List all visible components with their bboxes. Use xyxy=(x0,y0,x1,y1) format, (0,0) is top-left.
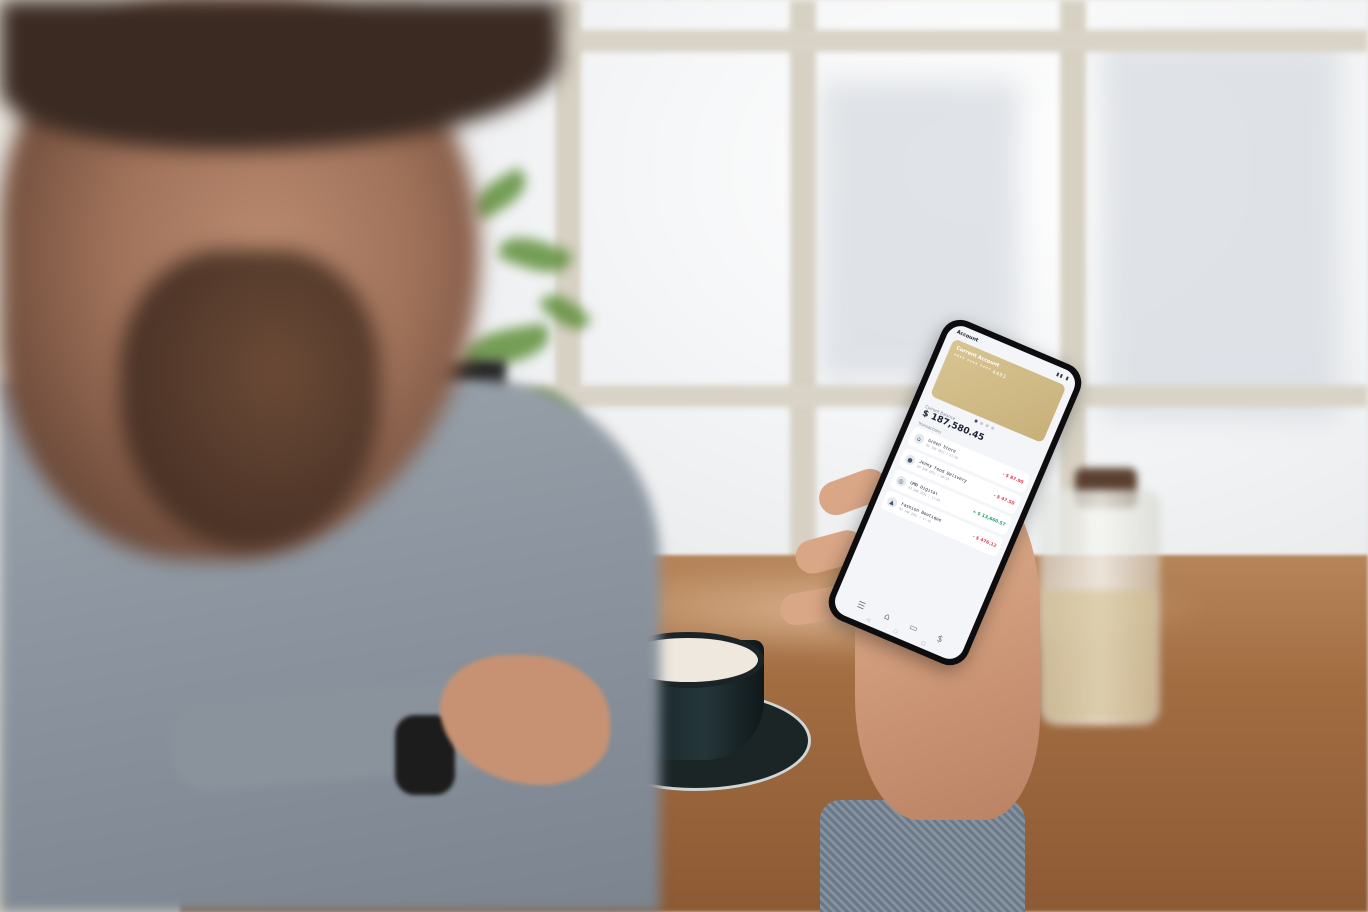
carousel-dot[interactable] xyxy=(973,418,978,423)
store-icon: ⌂ xyxy=(912,432,926,446)
menu-icon[interactable]: ☰ xyxy=(855,600,866,612)
fashion-icon: ▲ xyxy=(885,495,899,509)
carousel-dot[interactable] xyxy=(984,423,989,428)
digital-icon: ◎ xyxy=(894,474,908,488)
recents-nav-icon[interactable]: □ xyxy=(920,640,927,647)
transaction-amount: + $ 13,660.57 xyxy=(971,509,1007,528)
transaction-amount: - $ 476.12 xyxy=(971,534,998,549)
window-mullion xyxy=(790,0,816,560)
home-nav-icon[interactable]: ○ xyxy=(892,628,898,635)
carousel-dot[interactable] xyxy=(990,425,995,430)
window-transom xyxy=(470,30,1368,52)
man-beard xyxy=(120,250,380,550)
outside-building xyxy=(1100,40,1340,420)
home-icon[interactable]: ⌂ xyxy=(882,612,891,623)
back-nav-icon[interactable]: ◁ xyxy=(865,617,871,624)
payment-icon[interactable]: $ xyxy=(935,634,944,645)
photo-scene: Account ▮▮ ▮ Current Account **** **** *… xyxy=(0,0,1368,912)
transaction-amount: - $ 87.90 xyxy=(1001,471,1025,486)
status-icons: ▮▮ ▮ xyxy=(1055,371,1071,383)
jar-water xyxy=(1044,590,1156,720)
carousel-dot[interactable] xyxy=(979,421,984,426)
food-icon: ● xyxy=(903,453,917,467)
transaction-amount: - $ 47.50 xyxy=(992,493,1016,507)
cards-icon[interactable]: ▭ xyxy=(907,622,919,635)
